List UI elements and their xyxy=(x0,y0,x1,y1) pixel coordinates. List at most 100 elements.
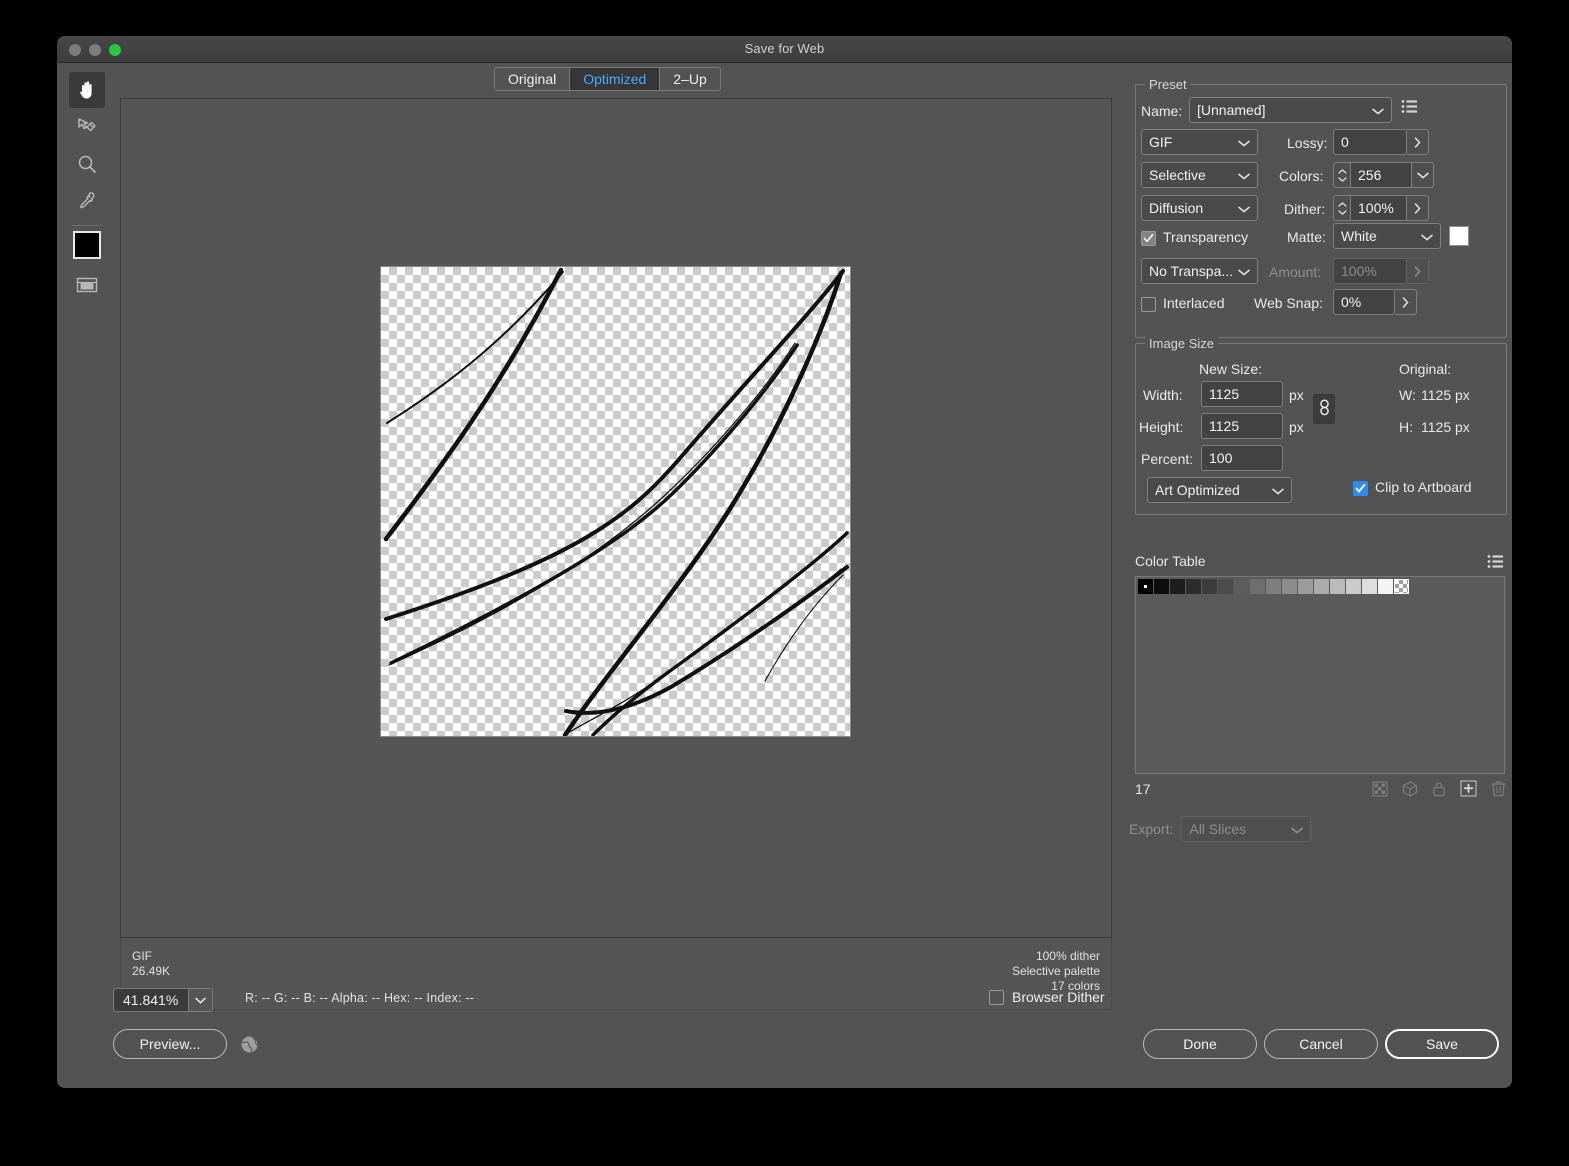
colors-value: 256 xyxy=(1358,167,1382,183)
image-preview-frame[interactable] xyxy=(120,98,1112,938)
color-swatch-12[interactable] xyxy=(1330,579,1345,594)
preview-button[interactable]: Preview... xyxy=(113,1029,227,1059)
browser-dither-checkbox[interactable] xyxy=(989,989,1004,1005)
dither-stepper-button[interactable] xyxy=(1407,195,1429,221)
matte-select[interactable]: White xyxy=(1333,223,1441,249)
preset-menu-icon[interactable] xyxy=(1401,99,1418,119)
color-swatch-1[interactable] xyxy=(1154,579,1169,594)
transparency-checkbox[interactable] xyxy=(1141,231,1156,246)
color-table-menu-icon[interactable] xyxy=(1487,554,1504,574)
percent-label: Percent: xyxy=(1141,451,1194,467)
colors-dropdown-button[interactable] xyxy=(1412,162,1434,188)
lossy-value: 0 xyxy=(1341,134,1349,150)
window-title: Save for Web xyxy=(744,41,825,56)
slice-select-tool[interactable] xyxy=(69,109,105,145)
width-input[interactable]: 1125 xyxy=(1201,381,1283,407)
chevron-right-icon xyxy=(1414,136,1421,148)
color-swatch-2[interactable] xyxy=(1170,579,1185,594)
color-swatch-16[interactable] xyxy=(1394,579,1409,594)
file-format-select[interactable]: GIF xyxy=(1141,129,1258,155)
zoom-level-combobox[interactable]: 41.841% xyxy=(113,988,213,1012)
chevron-down-icon xyxy=(195,997,206,1004)
info-left: GIF 26.49K xyxy=(132,949,170,979)
width-value: 1125 xyxy=(1209,386,1240,402)
info-dither: 100% dither xyxy=(1035,949,1100,963)
browser-dither-label: Browser Dither xyxy=(1012,989,1105,1005)
height-input[interactable]: 1125 xyxy=(1201,413,1283,439)
clip-to-artboard-label: Clip to Artboard xyxy=(1375,479,1472,495)
color-swatch-14[interactable] xyxy=(1362,579,1377,594)
eyedropper-tool[interactable] xyxy=(69,183,105,219)
interlaced-checkbox[interactable] xyxy=(1141,297,1156,312)
hand-tool[interactable] xyxy=(69,72,105,108)
new-size-label: New Size: xyxy=(1199,361,1263,377)
color-swatch-0[interactable] xyxy=(1138,579,1153,594)
dither-input[interactable]: 100% xyxy=(1350,195,1407,221)
toggle-slices-visibility[interactable] xyxy=(69,267,105,303)
color-swatch-9[interactable] xyxy=(1282,579,1297,594)
dither-spinner[interactable] xyxy=(1333,195,1350,221)
color-swatch-8[interactable] xyxy=(1266,579,1281,594)
save-button[interactable]: Save xyxy=(1385,1029,1499,1059)
tab-original[interactable]: Original xyxy=(495,68,571,90)
palette-select[interactable]: Selective xyxy=(1141,162,1258,188)
transparency-icon[interactable] xyxy=(1372,780,1388,802)
color-table-swatch-area[interactable] xyxy=(1135,576,1505,774)
zoom-dropdown-arrow[interactable] xyxy=(188,989,212,1011)
lossy-input[interactable]: 0 xyxy=(1333,129,1407,155)
color-swatch-3[interactable] xyxy=(1186,579,1201,594)
resize-quality-select[interactable]: Art Optimized xyxy=(1147,477,1292,503)
web-snap-input[interactable]: 0% xyxy=(1333,289,1395,315)
transparency-dither-value: No Transpa... xyxy=(1149,263,1234,279)
colors-input[interactable]: 256 xyxy=(1350,162,1412,188)
chevron-up-icon xyxy=(1337,168,1347,174)
link-chain-icon[interactable] xyxy=(1313,394,1335,424)
tab-2up[interactable]: 2–Up xyxy=(660,68,720,90)
info-filesize: 26.49K xyxy=(132,964,171,978)
color-swatch-4[interactable] xyxy=(1202,579,1217,594)
color-swatch-5[interactable] xyxy=(1218,579,1233,594)
percent-input[interactable]: 100 xyxy=(1201,445,1283,471)
preset-name-select[interactable]: [Unnamed] xyxy=(1189,97,1392,123)
dither-algorithm-select[interactable]: Diffusion xyxy=(1141,195,1258,221)
amount-stepper-button xyxy=(1407,258,1429,284)
magnifier-icon xyxy=(78,155,96,173)
browser-dither-row[interactable]: Browser Dither xyxy=(989,989,1105,1005)
new-color-icon[interactable] xyxy=(1460,780,1477,802)
resize-quality-value: Art Optimized xyxy=(1155,482,1240,498)
tab-optimized[interactable]: Optimized xyxy=(570,68,661,90)
original-height-value: 1125 px xyxy=(1421,419,1470,435)
web-snap-stepper-button[interactable] xyxy=(1395,289,1417,315)
color-swatch-7[interactable] xyxy=(1250,579,1265,594)
delete-color-icon[interactable] xyxy=(1491,780,1506,802)
width-unit: px xyxy=(1289,387,1304,403)
cancel-button[interactable]: Cancel xyxy=(1264,1029,1378,1059)
color-swatch-13[interactable] xyxy=(1346,579,1361,594)
lossy-stepper-button[interactable] xyxy=(1407,129,1429,155)
transparency-dither-select[interactable]: No Transpa... xyxy=(1141,258,1258,284)
zoom-tool[interactable] xyxy=(69,146,105,182)
dither-algorithm-value: Diffusion xyxy=(1149,200,1204,216)
preset-name-value: [Unnamed] xyxy=(1197,102,1266,118)
web-safe-cube-icon[interactable] xyxy=(1402,780,1418,802)
view-mode-tabs: Original Optimized 2–Up xyxy=(494,67,721,91)
optimized-image-preview[interactable] xyxy=(380,266,851,737)
matte-label: Matte: xyxy=(1287,229,1326,245)
globe-icon[interactable] xyxy=(240,1035,259,1059)
export-slices-select: All Slices xyxy=(1181,816,1312,842)
dither-label: Dither: xyxy=(1284,201,1326,217)
done-button[interactable]: Done xyxy=(1143,1029,1257,1059)
color-swatch-15[interactable] xyxy=(1378,579,1393,594)
color-swatch-11[interactable] xyxy=(1314,579,1329,594)
eyedropper-color-swatch[interactable] xyxy=(73,231,101,259)
chevron-right-icon xyxy=(1414,202,1421,214)
color-swatch-6[interactable] xyxy=(1234,579,1249,594)
export-row: Export: All Slices xyxy=(1127,816,1312,842)
chevron-down-icon xyxy=(1372,102,1384,118)
colors-spinner[interactable] xyxy=(1333,162,1350,188)
color-swatch-10[interactable] xyxy=(1298,579,1313,594)
clip-to-artboard-checkbox[interactable] xyxy=(1353,481,1368,496)
lock-icon[interactable] xyxy=(1432,781,1446,802)
save-for-web-window: Save for Web Original Optimized 2–Up GIF… xyxy=(57,36,1512,1088)
matte-color-swatch[interactable] xyxy=(1449,226,1469,246)
